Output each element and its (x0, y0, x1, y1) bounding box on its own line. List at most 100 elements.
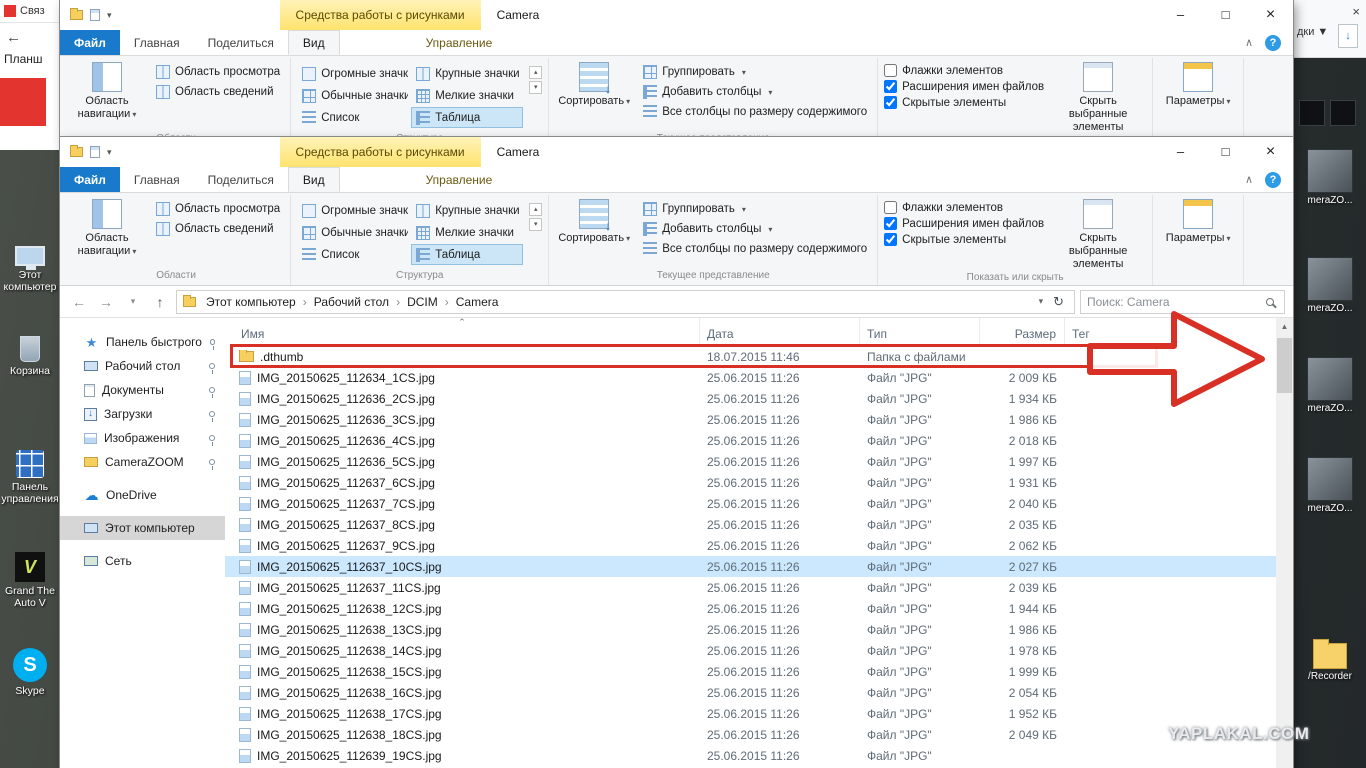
view-option[interactable]: Огромные значки (297, 200, 409, 221)
file-row[interactable]: IMG_20150625_112637_6CS.jpg 25.06.2015 1… (225, 472, 1276, 493)
ribbon-toggle[interactable]: Флажки элементов (884, 64, 1044, 77)
options-button[interactable]: Параметры ▾ (1159, 195, 1237, 245)
view-menu-button[interactable]: Добавить столбцы ▾ (639, 84, 871, 100)
view-option[interactable]: Таблица (411, 244, 524, 265)
collapse-ribbon-icon[interactable]: ∧ (1245, 36, 1253, 49)
up-button[interactable]: ↑ (149, 294, 171, 310)
hide-selected-button[interactable]: Скрыть выбранные элементы (1050, 195, 1146, 272)
qat-customize-chevron-icon[interactable]: ▾ (107, 147, 112, 158)
file-row[interactable]: IMG_20150625_112636_4CS.jpg 25.06.2015 1… (225, 430, 1276, 451)
view-option[interactable]: Крупные значки (411, 200, 523, 221)
file-row[interactable]: IMG_20150625_112639_19CS.jpg 25.06.2015 … (225, 745, 1276, 766)
minimize-button[interactable]: – (1158, 137, 1203, 167)
desktop-icon[interactable]: Этот компьютер (0, 246, 60, 293)
desktop-icon[interactable]: Skype (0, 648, 60, 697)
ribbon-tab[interactable]: Файл (60, 167, 120, 192)
column-header[interactable]: ˆ Размер (980, 318, 1065, 346)
desktop-icon[interactable]: Корзина (0, 336, 60, 377)
file-row[interactable]: IMG_20150625_112637_9CS.jpg 25.06.2015 1… (225, 535, 1276, 556)
ribbon-tab[interactable]: Управление (412, 30, 507, 55)
pane-toggle-button[interactable]: Область сведений (152, 221, 284, 237)
contextual-tab-header[interactable]: Средства работы с рисунками (279, 137, 481, 167)
scroll-down-icon[interactable]: ▾ (529, 81, 543, 94)
desktop-icon[interactable]: meraZO... (1299, 149, 1361, 206)
ribbon-toggle-checkbox[interactable] (884, 233, 898, 246)
file-row[interactable]: IMG_20150625_112636_5CS.jpg 25.06.2015 1… (225, 451, 1276, 472)
nav-item[interactable]: CameraZOOM (60, 450, 225, 474)
pane-toggle-button[interactable]: Область просмотра (152, 201, 284, 217)
ribbon-tab[interactable]: Главная (120, 30, 194, 55)
ribbon-tab[interactable]: Поделиться (194, 167, 288, 192)
qat-folder-icon[interactable] (70, 8, 83, 20)
navigation-pane-button[interactable]: Область навигации ▾ (68, 195, 146, 258)
background-back-button[interactable]: ← (0, 23, 60, 48)
nav-item[interactable]: Изображения (60, 426, 225, 450)
ribbon-tab[interactable]: Вид (287, 167, 340, 192)
ribbon-tab[interactable]: Управление (412, 167, 507, 192)
scroll-up-icon[interactable]: ▴ (529, 203, 543, 216)
nav-item[interactable]: OneDrive (60, 483, 225, 507)
view-option[interactable]: Таблица (411, 107, 524, 128)
file-row[interactable]: IMG_20150625_112637_11CS.jpg 25.06.2015 … (225, 577, 1276, 598)
view-option[interactable]: Мелкие значки (411, 85, 523, 106)
app-tile-icon[interactable] (1330, 100, 1356, 126)
sort-button[interactable]: Сортировать▾ (555, 58, 633, 108)
qat-properties-icon[interactable] (90, 9, 100, 21)
file-row[interactable]: IMG_20150625_112638_14CS.jpg 25.06.2015 … (225, 640, 1276, 661)
view-option[interactable]: Список (297, 244, 409, 265)
qat-folder-icon[interactable] (70, 145, 83, 157)
file-row[interactable]: IMG_20150625_112637_10CS.jpg 25.06.2015 … (225, 556, 1276, 577)
vertical-scrollbar[interactable]: ▲ (1276, 318, 1293, 768)
scrollbar-up-icon[interactable]: ▲ (1276, 318, 1293, 335)
address-dropdown-icon[interactable]: ▾ (1039, 296, 1044, 307)
download-icon[interactable]: ↓ (1338, 24, 1358, 48)
qat-properties-icon[interactable] (90, 146, 100, 158)
forward-button[interactable]: → (95, 294, 117, 310)
view-menu-button[interactable]: Все столбцы по размеру содержимого ▾ (639, 104, 871, 120)
ribbon-toggle-checkbox[interactable] (884, 96, 898, 109)
column-header[interactable]: ˆ Имя (225, 316, 700, 346)
view-menu-button[interactable]: Добавить столбцы ▾ (639, 221, 871, 237)
view-option[interactable]: Список (297, 107, 409, 128)
hide-selected-button[interactable]: Скрыть выбранные элементы (1050, 58, 1146, 135)
ribbon-tab[interactable]: Вид (287, 30, 340, 55)
desktop-icon[interactable]: meraZO... (1299, 357, 1361, 414)
file-row[interactable]: IMG_20150625_112637_7CS.jpg 25.06.2015 1… (225, 493, 1276, 514)
nav-item[interactable]: Сеть (60, 549, 225, 573)
recent-locations-chevron-icon[interactable]: ▾ (122, 296, 144, 307)
ribbon-tab[interactable]: Файл (60, 30, 120, 55)
nav-item[interactable]: Загрузки (60, 402, 225, 426)
minimize-button[interactable]: – (1158, 0, 1203, 30)
file-row[interactable]: IMG_20150625_112638_18CS.jpg 25.06.2015 … (225, 724, 1276, 745)
desktop-icon[interactable]: meraZO... (1299, 457, 1361, 514)
ribbon-toggle-checkbox[interactable] (884, 80, 898, 93)
nav-item[interactable]: Документы (60, 378, 225, 402)
close-button[interactable]: × (1248, 0, 1293, 30)
help-icon[interactable]: ? (1265, 34, 1281, 51)
options-button[interactable]: Параметры ▾ (1159, 58, 1237, 108)
view-option[interactable]: Мелкие значки (411, 222, 523, 243)
desktop-icon[interactable]: Панель управления (0, 450, 60, 505)
ribbon-toggle[interactable]: Расширения имен файлов (884, 80, 1044, 93)
pane-toggle-button[interactable]: Область сведений (152, 84, 284, 100)
nav-item[interactable]: Панель быстрого до (60, 330, 225, 354)
view-menu-button[interactable]: Все столбцы по размеру содержимого ▾ (639, 241, 871, 257)
ribbon-toggle-checkbox[interactable] (884, 64, 898, 77)
desktop-icon[interactable]: meraZO... (1299, 257, 1361, 314)
navigation-pane-button[interactable]: Область навигации ▾ (68, 58, 146, 121)
file-row[interactable]: IMG_20150625_112638_12CS.jpg 25.06.2015 … (225, 598, 1276, 619)
ribbon-toggle-checkbox[interactable] (884, 201, 898, 214)
close-button[interactable]: × (1248, 137, 1293, 167)
scroll-up-icon[interactable]: ▴ (529, 66, 543, 79)
background-close-icon[interactable]: × (1352, 4, 1360, 19)
refresh-icon[interactable]: ↻ (1049, 294, 1068, 310)
scroll-down-icon[interactable]: ▾ (529, 218, 543, 231)
back-button[interactable]: ← (68, 294, 90, 310)
pane-toggle-button[interactable]: Область просмотра (152, 64, 284, 80)
file-row[interactable]: IMG_20150625_112638_16CS.jpg 25.06.2015 … (225, 682, 1276, 703)
app-tile-icon[interactable] (1299, 100, 1325, 126)
sort-button[interactable]: Сортировать▾ (555, 195, 633, 245)
column-header[interactable]: ˆ Дата (700, 318, 860, 346)
ribbon-tab[interactable]: Главная (120, 167, 194, 192)
breadcrumb-link[interactable]: Рабочий стол (310, 295, 393, 309)
